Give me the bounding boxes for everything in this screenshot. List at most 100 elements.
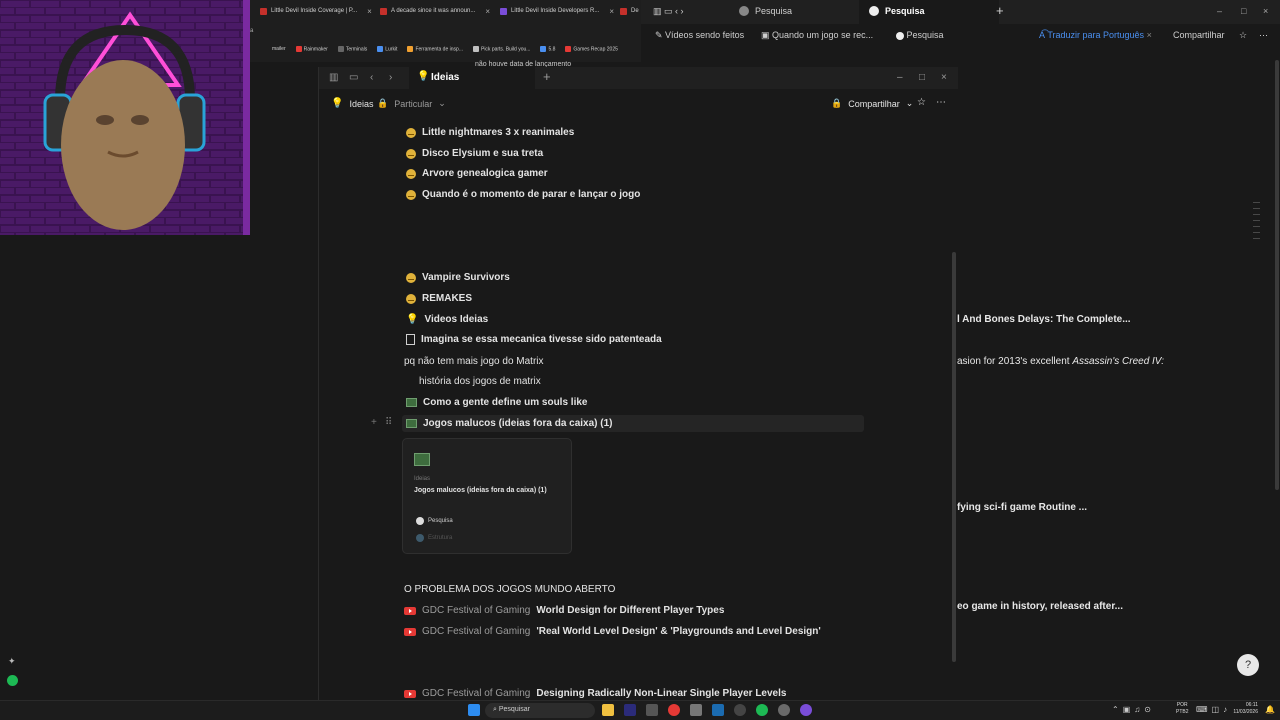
youtube-link[interactable]: GDC Festival of Gaming Designing Radicall… [404,688,786,699]
text-block[interactable]: pq não tem mais jogo do Matrix [404,356,544,367]
bg-tab-3[interactable]: Little Devil Inside Developers R... × [500,3,616,19]
add-block-icon[interactable]: + [371,417,377,428]
close-icon[interactable]: × [485,7,490,16]
chrome-icon[interactable] [668,704,680,716]
close-icon[interactable]: × [1263,6,1268,16]
drag-handle-icon[interactable]: ⠿ [385,417,392,428]
status-dot-icon[interactable] [7,675,18,686]
list-item[interactable]: Arvore genealogica gamer [406,168,548,179]
youtube-favicon-icon [620,7,627,15]
back-icon[interactable]: ‹ [370,72,373,83]
taskbar: ⌕ Pesquisar ⌃▣♫⊙ POR PTB2 ⌨◫♪ 06:11 11/03/… [0,700,1280,720]
bg-tab-pesquisa-1[interactable]: Pesquisa [739,6,792,16]
app-icon[interactable] [690,704,702,716]
face-emoji-icon [406,189,416,200]
new-tab-icon[interactable]: + [996,3,1004,18]
share-button[interactable]: Compartilhar [1173,30,1225,40]
scrollbar[interactable] [952,252,956,662]
bookmark[interactable]: Lurkit [377,45,397,52]
bookmark[interactable]: 5.8 [540,45,555,52]
breadcrumb-item[interactable]: Pesquisa [896,30,944,40]
share-button[interactable]: 🔒 Compartilhar ⌄ [831,98,913,109]
language-indicator[interactable]: POR PTB2 [1176,702,1189,716]
bookmark[interactable]: mailer [272,46,286,52]
sidebar-toggle-icon[interactable]: ▭ [349,72,358,83]
face-emoji-icon [406,272,416,283]
breadcrumb[interactable]: 💡 Ideias [331,98,373,109]
list-item[interactable]: Vampire Survivors [406,272,510,283]
bookmark[interactable]: Pick parts. Build you... [472,45,530,52]
list-item[interactable]: Jogos malucos (ideias fora da caixa) (1) [406,418,613,429]
sidebar-toggle-icon[interactable]: ▥ ▭ ‹ › [653,6,684,17]
bookmark[interactable]: Games Recap 2025 [565,45,618,52]
minimize-icon[interactable]: – [1217,6,1222,16]
outline-icon[interactable]: — — — — — — — [1253,199,1262,242]
premiere-icon[interactable] [624,704,636,716]
windows-start-icon[interactable] [468,704,480,716]
section-heading[interactable]: O PROBLEMA DOS JOGOS MUNDO ABERTO [404,584,615,595]
breadcrumb-item[interactable]: ✎ Vídeos sendo feitos [655,30,744,41]
new-tab-icon[interactable]: + [543,69,551,84]
github-icon[interactable] [734,704,746,716]
app-icon[interactable]: ▥ [329,72,338,83]
close-icon[interactable]: × [609,7,614,16]
page-preview-card[interactable]: Ideias Jogos malucos (ideias fora da cai… [402,438,572,554]
page-icon [406,334,415,345]
list-item[interactable]: REMAKES [406,293,472,304]
bookmark[interactable]: Ferramenta de insp... [407,45,463,52]
youtube-link[interactable]: GDC Festival of Gaming World Design for D… [404,605,724,616]
maximize-icon[interactable]: □ [919,72,925,83]
spotify-icon[interactable] [756,704,768,716]
breadcrumb-item[interactable]: ▣ Quando um jogo se rec... [761,30,873,41]
list-item[interactable]: Disco Elysium e sua treta [406,148,543,159]
bg-link-text[interactable]: eo game in history, released after... [957,601,1123,612]
bookmark[interactable]: Terminals [337,45,367,52]
app-icon[interactable] [778,704,790,716]
bg-link-text[interactable]: l And Bones Delays: The Complete... [957,314,1131,325]
more-menu-icon[interactable]: ⋯ [1259,30,1268,41]
steam-icon[interactable] [712,704,724,716]
bg-address-bar[interactable]: a [250,28,253,34]
obs-icon[interactable] [800,704,812,716]
clapperboard-icon [406,419,417,428]
clock[interactable]: 06:11 11/03/2026 [1226,702,1258,716]
close-icon[interactable]: × [941,72,947,83]
scrollbar[interactable] [1275,60,1279,490]
text-block[interactable]: história dos jogos de matrix [419,376,541,387]
youtube-icon [404,627,416,636]
close-icon[interactable]: × [367,7,372,16]
maximize-icon[interactable]: □ [1241,6,1246,16]
tab-ideias[interactable]: 💡 Ideias [409,67,535,89]
breadcrumb: ✎ Vídeos sendo feitos ▣ Quando um jogo s… [641,30,1280,46]
notion-icon[interactable] [646,704,658,716]
list-item[interactable]: Quando é o momento de parar e lançar o j… [406,189,640,200]
translate-button[interactable]: A͡ Traduzir para Português × [1039,30,1152,40]
lightbulb-icon: 💡 [417,71,430,82]
page-icon [739,6,749,16]
bookmark[interactable]: Rainmaker [295,45,328,52]
notification-bell-icon[interactable]: 🔔 [1265,705,1275,714]
tray-icons[interactable]: ⌃▣♫⊙ [1112,705,1155,714]
bg-tab-pesquisa-2[interactable]: Pesquisa [859,0,999,24]
taskbar-search[interactable]: ⌕ Pesquisar [485,703,595,718]
bg-tab-4[interactable]: De [620,3,641,19]
sparkle-icon[interactable]: ✦ [8,656,16,667]
minimize-icon[interactable]: – [897,72,903,83]
bg-link-text[interactable]: fying sci-fi game Routine ... [957,502,1087,513]
help-icon[interactable]: ? [1237,654,1259,676]
favorite-star-icon[interactable]: ☆ [917,97,926,108]
forward-icon[interactable]: › [389,72,392,83]
list-item[interactable]: Imagina se essa mecanica tivesse sido pa… [406,334,662,345]
bg-tab-2[interactable]: A decade since it was announ... × [380,3,496,19]
bookmarks-bar: mailer Rainmaker Terminals Lurkit Ferram… [250,42,641,56]
privacy-badge[interactable]: 🔒 Particular ⌄ [377,98,446,109]
list-item[interactable]: 💡 Videos Ideias [406,314,488,325]
youtube-link[interactable]: GDC Festival of Gaming 'Real World Level … [404,626,821,637]
bg-tab-1[interactable]: Little Devil Inside Coverage | P... × [260,3,376,19]
more-menu-icon[interactable]: ⋯ [936,97,946,108]
page-icon [869,6,879,16]
favorite-star-icon[interactable]: ☆ [1239,30,1247,41]
list-item[interactable]: Little nightmares 3 x reanimales [406,127,574,138]
file-explorer-icon[interactable] [602,704,614,716]
list-item[interactable]: Como a gente define um souls like [406,397,587,408]
